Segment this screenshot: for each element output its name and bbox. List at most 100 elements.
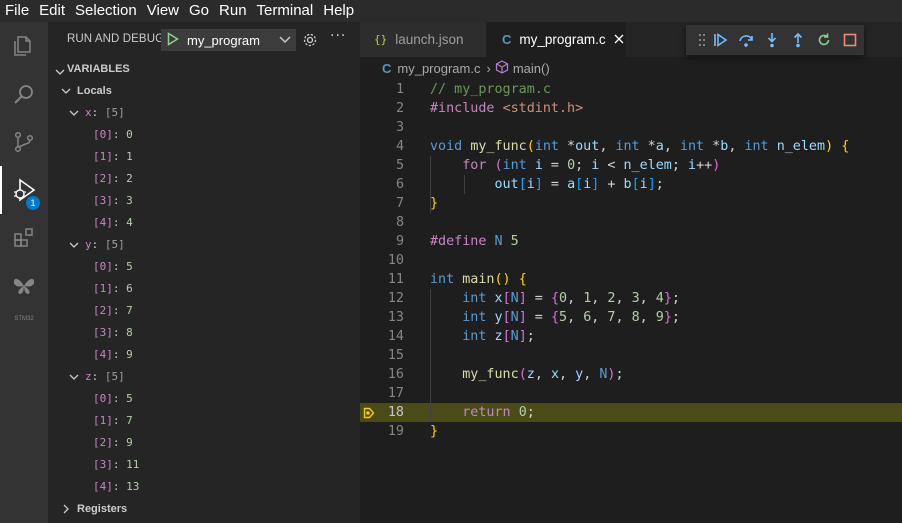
indent-guide — [430, 175, 431, 194]
run-debug-icon[interactable]: 1 — [0, 166, 48, 214]
stm32-icon[interactable] — [0, 262, 48, 310]
variable-row-x[interactable]: x: [5] — [48, 102, 360, 124]
symbol-method-icon — [495, 59, 509, 77]
line-number: 8 — [395, 215, 404, 230]
code-line[interactable]: 13 int y[N] = {5, 6, 7, 8, 9}; — [360, 308, 902, 327]
variable-label: x: [5] — [85, 106, 125, 119]
menu-item-run[interactable]: Run — [214, 0, 252, 22]
variable-label: y: [5] — [85, 238, 125, 251]
code-line[interactable]: 6 out[i] = a[i] + b[i]; — [360, 175, 902, 194]
array-element-row[interactable]: [3]: 11 — [48, 454, 360, 476]
array-element-row[interactable]: [4]: 13 — [48, 476, 360, 498]
stm32-label: STM32 — [14, 316, 34, 322]
current-code-line[interactable]: 18 return 0; — [360, 403, 902, 422]
step-out-icon[interactable] — [790, 32, 806, 48]
array-element-row[interactable]: [4]: 9 — [48, 344, 360, 366]
code-text: void my_func(int *out, int *a, int *b, i… — [430, 139, 850, 154]
sidebar-header: RUN AND DEBUG my_program ··· — [48, 22, 360, 58]
chevron-down-icon — [68, 371, 80, 386]
code-line[interactable]: 3 — [360, 118, 902, 137]
continue-icon[interactable] — [712, 32, 728, 48]
code-line[interactable]: 10 — [360, 251, 902, 270]
explorer-icon[interactable] — [0, 22, 48, 70]
array-element-row[interactable]: [1]: 6 — [48, 278, 360, 300]
array-element-row[interactable]: [4]: 4 — [48, 212, 360, 234]
code-text: return 0; — [462, 405, 535, 420]
code-text: } — [430, 424, 439, 439]
more-actions-icon[interactable]: ··· — [330, 28, 346, 44]
code-line[interactable]: 11 int main() { — [360, 270, 902, 289]
array-element-row[interactable]: [0]: 0 — [48, 124, 360, 146]
line-number: 14 — [387, 329, 404, 344]
registers-scope[interactable]: Registers — [48, 498, 360, 520]
array-element-row[interactable]: [2]: 9 — [48, 432, 360, 454]
c-file-icon: C — [502, 32, 512, 47]
array-element-row[interactable]: [1]: 7 — [48, 410, 360, 432]
code-line[interactable]: 14 int z[N]; — [360, 327, 902, 346]
variables-section-header[interactable]: VARIABLES — [48, 58, 360, 80]
code-line[interactable]: 15 — [360, 346, 902, 365]
code-line[interactable]: 16 my_func(z, x, y, N); — [360, 365, 902, 384]
stop-icon[interactable] — [842, 32, 858, 48]
locals-label: Locals — [77, 85, 112, 97]
code-text: for (int i = 0; i < n_elem; i++) — [462, 158, 721, 173]
code-line[interactable]: 19} — [360, 422, 902, 441]
locals-scope[interactable]: Locals — [48, 80, 360, 102]
debug-toolbar — [686, 25, 864, 55]
activity-bar: 1 STM32 — [0, 22, 48, 523]
variables-title: VARIABLES — [67, 63, 130, 75]
launch-config-select[interactable]: my_program — [161, 29, 296, 51]
code-line[interactable]: 1 // my_program.c — [360, 80, 902, 99]
source-control-icon[interactable] — [0, 118, 48, 166]
menu-item-help[interactable]: Help — [318, 0, 359, 22]
array-element-row[interactable]: [3]: 8 — [48, 322, 360, 344]
line-number: 4 — [395, 139, 404, 154]
menu-item-go[interactable]: Go — [184, 0, 214, 22]
tab-label: launch.json — [395, 32, 464, 47]
start-debugging-icon[interactable] — [167, 31, 179, 49]
menu-item-view[interactable]: View — [142, 0, 184, 22]
drag-handle-icon[interactable] — [694, 32, 710, 48]
restart-icon[interactable] — [816, 32, 832, 48]
array-element-row[interactable]: [2]: 2 — [48, 168, 360, 190]
line-number: 16 — [387, 367, 404, 382]
step-into-icon[interactable] — [764, 32, 780, 48]
array-element-label: [3]: 3 — [93, 194, 133, 207]
menu-item-edit[interactable]: Edit — [34, 0, 70, 22]
tab-launch-json[interactable]: {} launch.json — [360, 22, 486, 57]
code-line[interactable]: 7} — [360, 194, 902, 213]
search-icon[interactable] — [0, 70, 48, 118]
code-line[interactable]: 17 — [360, 384, 902, 403]
menu-item-file[interactable]: File — [0, 0, 34, 22]
code-line[interactable]: 12 int x[N] = {0, 1, 2, 3, 4}; — [360, 289, 902, 308]
code-editor[interactable]: 1 // my_program.c 2 #include <stdint.h> 3 4 vo… — [360, 79, 902, 523]
code-line[interactable]: 2 #include <stdint.h> — [360, 99, 902, 118]
breadcrumb-symbol[interactable]: main() — [513, 61, 550, 76]
array-element-row[interactable]: [0]: 5 — [48, 256, 360, 278]
code-text: int main() { — [430, 272, 527, 287]
array-element-row[interactable]: [1]: 1 — [48, 146, 360, 168]
menu-item-terminal[interactable]: Terminal — [252, 0, 319, 22]
gear-icon[interactable] — [302, 32, 318, 51]
extensions-icon[interactable] — [0, 214, 48, 262]
line-number: 12 — [387, 291, 404, 306]
code-line[interactable]: 5 for (int i = 0; i < n_elem; i++) — [360, 156, 902, 175]
code-text: // my_program.c — [430, 82, 551, 97]
array-element-row[interactable]: [0]: 5 — [48, 388, 360, 410]
launch-config-name: my_program — [187, 32, 260, 48]
registers-label: Registers — [77, 503, 128, 515]
code-line[interactable]: 9 #define N 5 — [360, 232, 902, 251]
code-line[interactable]: 4 void my_func(int *out, int *a, int *b, … — [360, 137, 902, 156]
tab-my-program-c[interactable]: C my_program.c — [486, 22, 626, 57]
array-element-row[interactable]: [3]: 3 — [48, 190, 360, 212]
step-over-icon[interactable] — [738, 32, 754, 48]
code-text: int x[N] = {0, 1, 2, 3, 4}; — [462, 291, 680, 306]
variable-row-y[interactable]: y: [5] — [48, 234, 360, 256]
menu-item-selection[interactable]: Selection — [70, 0, 142, 22]
array-element-row[interactable]: [2]: 7 — [48, 300, 360, 322]
code-line[interactable]: 8 — [360, 213, 902, 232]
array-element-label: [0]: 5 — [93, 392, 133, 405]
close-icon[interactable] — [614, 32, 624, 47]
variable-row-z[interactable]: z: [5] — [48, 366, 360, 388]
breadcrumb-file[interactable]: my_program.c — [397, 61, 480, 76]
